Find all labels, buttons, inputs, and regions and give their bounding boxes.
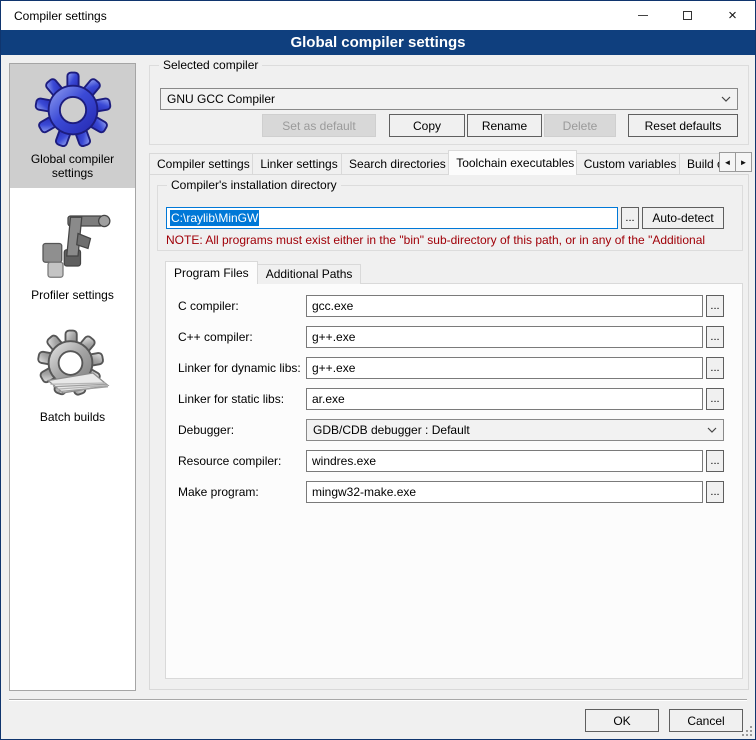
static-linker-label: Linker for static libs: bbox=[178, 392, 306, 406]
set-as-default-button[interactable]: Set as default bbox=[262, 114, 376, 137]
debugger-dropdown[interactable]: GDB/CDB debugger : Default bbox=[306, 419, 724, 441]
tab-additional-paths[interactable]: Additional Paths bbox=[257, 264, 362, 284]
make-program-label: Make program: bbox=[178, 485, 306, 499]
cpp-compiler-browse-button[interactable]: ... bbox=[706, 326, 724, 348]
dialog-buttons: OK Cancel bbox=[585, 709, 743, 732]
sidebar-item-label: Profiler settings bbox=[12, 288, 133, 302]
tab-custom-variables[interactable]: Custom variables bbox=[576, 153, 680, 175]
make-program-row: Make program: ... bbox=[178, 481, 724, 503]
c-compiler-row: C compiler: ... bbox=[178, 295, 724, 317]
resource-compiler-browse-button[interactable]: ... bbox=[706, 450, 724, 472]
program-files-tab-strip: Program Files Additional Paths bbox=[165, 261, 360, 284]
installation-directory-input[interactable]: C:\raylib\MinGW bbox=[166, 207, 618, 229]
main-panel: Selected compiler GNU GCC Compiler Set a… bbox=[141, 55, 753, 740]
toolchain-fields: C compiler: ... C++ compiler: ... Linker… bbox=[166, 284, 742, 503]
static-linker-input[interactable] bbox=[306, 388, 703, 410]
chevron-down-icon bbox=[721, 96, 731, 102]
maximize-icon bbox=[683, 11, 692, 20]
cpp-compiler-label: C++ compiler: bbox=[178, 330, 306, 344]
caliper-blocks-icon bbox=[33, 206, 113, 286]
rename-button[interactable]: Rename bbox=[467, 114, 542, 137]
cancel-button[interactable]: Cancel bbox=[669, 709, 743, 732]
installation-directory-group: Compiler's installation directory C:\ray… bbox=[157, 185, 743, 251]
selected-compiler-group: Selected compiler GNU GCC Compiler Set a… bbox=[149, 65, 749, 145]
tab-search-directories[interactable]: Search directories bbox=[341, 153, 449, 175]
installation-directory-group-label: Compiler's installation directory bbox=[167, 178, 341, 192]
gray-gear-stack-icon bbox=[33, 328, 113, 408]
tab-scroll-right-button[interactable]: ► bbox=[735, 152, 752, 172]
maximize-button[interactable] bbox=[665, 1, 710, 30]
make-program-input[interactable] bbox=[306, 481, 703, 503]
sidebar-item-batch-builds[interactable]: Batch builds bbox=[10, 322, 135, 432]
title-bar: Compiler settings × bbox=[1, 1, 755, 30]
tab-scroll-left-button[interactable]: ◄ bbox=[719, 152, 736, 172]
selected-compiler-value: GNU GCC Compiler bbox=[167, 92, 715, 106]
dynamic-linker-input[interactable] bbox=[306, 357, 703, 379]
ok-button[interactable]: OK bbox=[585, 709, 659, 732]
dynamic-linker-browse-button[interactable]: ... bbox=[706, 357, 724, 379]
footer-separator bbox=[9, 699, 747, 701]
debugger-row: Debugger: GDB/CDB debugger : Default bbox=[178, 419, 724, 441]
auto-detect-button[interactable]: Auto-detect bbox=[642, 207, 724, 229]
make-program-browse-button[interactable]: ... bbox=[706, 481, 724, 503]
settings-category-sidebar: Global compiler settings Profiler settin… bbox=[9, 63, 136, 691]
selected-compiler-group-label: Selected compiler bbox=[159, 58, 262, 72]
compiler-settings-dialog: Compiler settings × Global compiler sett… bbox=[0, 0, 756, 740]
compiler-actions: Set as default Copy Rename Delete Reset … bbox=[262, 114, 738, 137]
tab-toolchain-executables[interactable]: Toolchain executables bbox=[448, 150, 577, 175]
blue-gear-icon bbox=[33, 70, 113, 150]
static-linker-row: Linker for static libs: ... bbox=[178, 388, 724, 410]
c-compiler-input[interactable] bbox=[306, 295, 703, 317]
tab-linker-settings[interactable]: Linker settings bbox=[252, 153, 342, 175]
tab-build-options[interactable]: Build options bbox=[679, 153, 719, 175]
sidebar-item-global-compiler-settings[interactable]: Global compiler settings bbox=[10, 64, 135, 188]
resize-grip[interactable] bbox=[742, 726, 752, 736]
dialog-banner: Global compiler settings bbox=[1, 30, 755, 55]
bin-subdirectory-note: NOTE: All programs must exist either in … bbox=[166, 233, 740, 247]
toolchain-executables-page: Compiler's installation directory C:\ray… bbox=[149, 174, 749, 690]
c-compiler-label: C compiler: bbox=[178, 299, 306, 313]
delete-button[interactable]: Delete bbox=[544, 114, 616, 137]
resource-compiler-row: Resource compiler: ... bbox=[178, 450, 724, 472]
minimize-button[interactable] bbox=[620, 1, 665, 30]
program-files-page: C compiler: ... C++ compiler: ... Linker… bbox=[165, 283, 743, 679]
resource-compiler-input[interactable] bbox=[306, 450, 703, 472]
dynamic-linker-row: Linker for dynamic libs: ... bbox=[178, 357, 724, 379]
tab-scroll-buttons: ◄ ► bbox=[719, 152, 751, 172]
close-button[interactable]: × bbox=[710, 1, 755, 30]
reset-defaults-button[interactable]: Reset defaults bbox=[628, 114, 738, 137]
tab-compiler-settings[interactable]: Compiler settings bbox=[149, 153, 253, 175]
minimize-icon bbox=[638, 15, 648, 16]
cpp-compiler-input[interactable] bbox=[306, 326, 703, 348]
debugger-value: GDB/CDB debugger : Default bbox=[313, 423, 701, 437]
close-icon: × bbox=[728, 8, 737, 23]
installation-directory-row: C:\raylib\MinGW ... Auto-detect bbox=[166, 207, 724, 229]
tab-program-files[interactable]: Program Files bbox=[165, 261, 258, 284]
cpp-compiler-row: C++ compiler: ... bbox=[178, 326, 724, 348]
browse-directory-button[interactable]: ... bbox=[621, 207, 639, 229]
sidebar-item-profiler-settings[interactable]: Profiler settings bbox=[10, 200, 135, 310]
window-title: Compiler settings bbox=[1, 9, 107, 23]
window-controls: × bbox=[620, 1, 755, 30]
dynamic-linker-label: Linker for dynamic libs: bbox=[178, 361, 306, 375]
chevron-down-icon bbox=[707, 427, 717, 433]
settings-tab-strip: Compiler settings Linker settings Search… bbox=[149, 150, 719, 175]
copy-button[interactable]: Copy bbox=[389, 114, 465, 137]
installation-directory-value: C:\raylib\MinGW bbox=[170, 210, 259, 226]
selected-compiler-dropdown[interactable]: GNU GCC Compiler bbox=[160, 88, 738, 110]
debugger-label: Debugger: bbox=[178, 423, 306, 437]
static-linker-browse-button[interactable]: ... bbox=[706, 388, 724, 410]
sidebar-item-label: Global compiler settings bbox=[12, 152, 133, 180]
resource-compiler-label: Resource compiler: bbox=[178, 454, 306, 468]
sidebar-item-label: Batch builds bbox=[12, 410, 133, 424]
c-compiler-browse-button[interactable]: ... bbox=[706, 295, 724, 317]
